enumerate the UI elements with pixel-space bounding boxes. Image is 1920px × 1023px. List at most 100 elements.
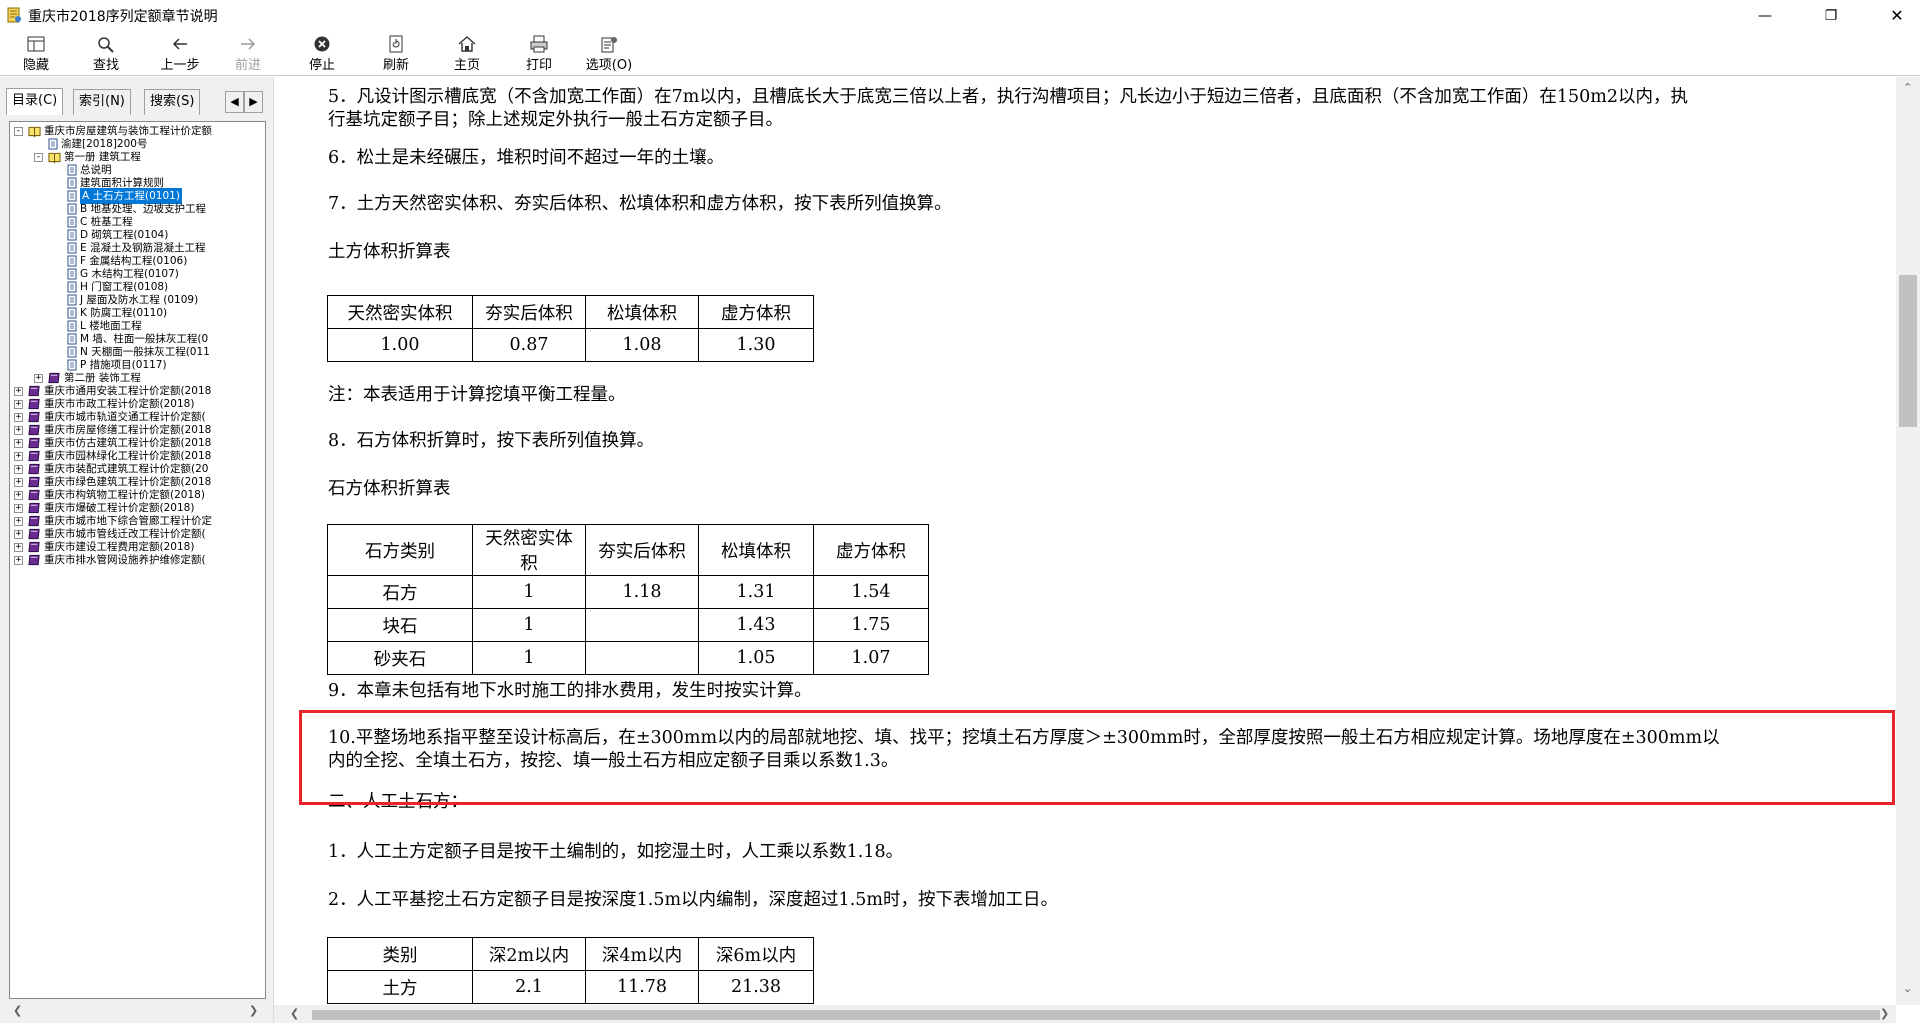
paragraph-6: 6．松土是未经碾压，堆积时间不超过一年的土壤。 xyxy=(328,148,725,168)
expand-icon[interactable]: + xyxy=(14,439,23,448)
window-title: 重庆市2018序列定额章节说明 xyxy=(28,9,218,25)
options-icon xyxy=(601,37,617,53)
find-button[interactable]: 查找 xyxy=(76,32,136,76)
toolbar-label: 隐藏 xyxy=(22,58,49,73)
table-cell: 1 xyxy=(472,575,586,609)
toolbar-label: 刷新 xyxy=(382,58,409,73)
close-icon: ✕ xyxy=(1890,6,1904,25)
home-icon xyxy=(458,36,476,52)
toolbar-label: 停止 xyxy=(308,58,335,73)
triangle-right-icon: ▶ xyxy=(249,95,258,108)
table-cell: 砂夹石 xyxy=(327,641,473,675)
toolbar-label: 打印 xyxy=(525,58,552,73)
forward-button[interactable]: 前进 xyxy=(218,32,278,76)
expand-icon[interactable]: + xyxy=(14,530,23,539)
horizontal-scroll-thumb[interactable] xyxy=(312,1010,1880,1020)
options-button[interactable]: 选项(O) xyxy=(579,32,639,76)
home-button[interactable]: 主页 xyxy=(437,32,497,76)
tab-contents[interactable]: 目录(C) xyxy=(6,88,64,115)
expand-icon[interactable]: + xyxy=(14,491,23,500)
collapse-icon[interactable]: - xyxy=(14,127,23,136)
paragraph-7: 7．土方天然密实体积、夯实后体积、松填体积和虚方体积，按下表所列值换算。 xyxy=(328,194,952,214)
table-cell: 深4m以内 xyxy=(585,937,699,971)
table-cell: 2.1 xyxy=(472,970,586,1004)
table-cell: 类别 xyxy=(327,937,473,971)
expand-icon[interactable]: + xyxy=(14,465,23,474)
open-book-icon xyxy=(28,126,41,137)
chevron-right-icon: ❯ xyxy=(249,1004,259,1017)
expand-icon[interactable]: + xyxy=(14,426,23,435)
content-vertical-scrollbar[interactable]: ⌃ ⌄ xyxy=(1896,77,1920,1005)
toolbar-label: 主页 xyxy=(453,58,480,73)
stop-icon xyxy=(314,36,330,52)
minimize-button[interactable]: — xyxy=(1742,0,1788,31)
chevron-up-icon: ⌃ xyxy=(1903,81,1913,94)
rock-volume-table: 石方类别 天然密实体积 夯实后体积 松填体积 虚方体积 石方 1 1.18 1.31 1.54 块石… xyxy=(327,524,929,675)
table-cell: 虚方体积 xyxy=(698,295,814,329)
collapse-icon[interactable]: - xyxy=(34,153,43,162)
find-icon xyxy=(98,37,114,53)
refresh-icon xyxy=(389,35,403,53)
tab-index[interactable]: 索引(N) xyxy=(73,89,131,115)
table-cell: 1 xyxy=(472,608,586,642)
restore-button[interactable]: ❐ xyxy=(1808,0,1854,31)
toolbar: 隐藏 查找 上一步 前进 停止 刷新 主页 打印 选项(O) xyxy=(0,31,1920,76)
toolbar-label: 选项(O) xyxy=(585,58,633,73)
table-row: 天然密实体积 夯实后体积 松填体积 虚方体积 xyxy=(327,295,814,329)
table-cell: 1.07 xyxy=(813,641,929,675)
expand-icon[interactable]: + xyxy=(14,517,23,526)
print-button[interactable]: 打印 xyxy=(509,32,569,76)
expand-icon[interactable]: + xyxy=(34,374,43,383)
expand-icon[interactable]: + xyxy=(14,504,23,513)
paragraph-8: 8．石方体积折算时，按下表所列值换算。 xyxy=(328,431,655,451)
print-icon xyxy=(530,35,548,53)
table-cell: 1.54 xyxy=(813,575,929,609)
back-button[interactable]: 上一步 xyxy=(150,32,210,76)
expand-icon[interactable]: + xyxy=(14,413,23,422)
vertical-scroll-thumb[interactable] xyxy=(1899,275,1917,427)
expand-icon[interactable]: + xyxy=(14,556,23,565)
table-cell: 夯实后体积 xyxy=(472,295,586,329)
hide-button[interactable]: 隐藏 xyxy=(6,32,66,76)
hide-icon xyxy=(27,36,45,52)
refresh-button[interactable]: 刷新 xyxy=(366,32,426,76)
item-1: 1．人工土方定额子目是按干土编制的，如挖湿土时，人工乘以系数1.18。 xyxy=(328,842,904,862)
table-cell: 1.05 xyxy=(698,641,814,675)
close-button[interactable]: ✕ xyxy=(1874,0,1920,31)
toolbar-label: 上一步 xyxy=(160,58,200,73)
app-icon xyxy=(7,7,21,23)
table-row: 土方 2.1 11.78 21.38 xyxy=(327,970,814,1004)
table-cell: 1.30 xyxy=(698,328,814,362)
open-book-icon xyxy=(48,152,61,163)
minimize-icon: — xyxy=(1758,7,1772,24)
table-row: 类别 深2m以内 深4m以内 深6m以内 xyxy=(327,937,814,971)
table-row: 砂夹石 1 1.05 1.07 xyxy=(327,641,929,675)
expand-icon[interactable]: + xyxy=(14,387,23,396)
table-row: 石方类别 天然密实体积 夯实后体积 松填体积 虚方体积 xyxy=(327,524,929,576)
table-cell: 虚方体积 xyxy=(813,524,929,576)
expand-icon[interactable]: + xyxy=(14,478,23,487)
table-row: 块石 1 1.43 1.75 xyxy=(327,608,929,642)
stop-button[interactable]: 停止 xyxy=(292,32,352,76)
contents-tree: - 重庆市房屋建筑与装饰工程计价定额 渝建[2018]200号 - 第一册 建筑工程 总说… xyxy=(9,121,266,999)
tab-scroll-left-button[interactable]: ◀ xyxy=(225,91,244,113)
expand-icon[interactable]: + xyxy=(14,543,23,552)
tree-horizontal-scrollbar[interactable]: ❮ ❯ xyxy=(9,1002,266,1019)
expand-icon[interactable]: + xyxy=(14,400,23,409)
expand-icon[interactable]: + xyxy=(14,452,23,461)
highlight-box xyxy=(299,710,1895,805)
table-cell xyxy=(585,608,699,642)
forward-icon xyxy=(241,38,256,50)
tab-scroll-right-button[interactable]: ▶ xyxy=(244,91,263,113)
paragraph-9: 9．本章未包括有地下水时施工的排水费用，发生时按实计算。 xyxy=(328,681,812,701)
triangle-left-icon: ◀ xyxy=(230,95,239,108)
table-cell: 1.31 xyxy=(698,575,814,609)
soil-volume-table: 天然密实体积 夯实后体积 松填体积 虚方体积 1.00 0.87 1.08 1.30 xyxy=(327,295,814,362)
table-cell: 1.08 xyxy=(585,328,699,362)
closed-book-icon xyxy=(28,554,40,566)
tree-item[interactable]: 重庆市排水管网设施养护维修定额( xyxy=(28,552,206,568)
table-cell xyxy=(585,641,699,675)
tab-search[interactable]: 搜索(S) xyxy=(144,89,201,115)
table-cell: 1.00 xyxy=(327,328,473,362)
table-2-title: 石方体积折算表 xyxy=(328,479,451,499)
